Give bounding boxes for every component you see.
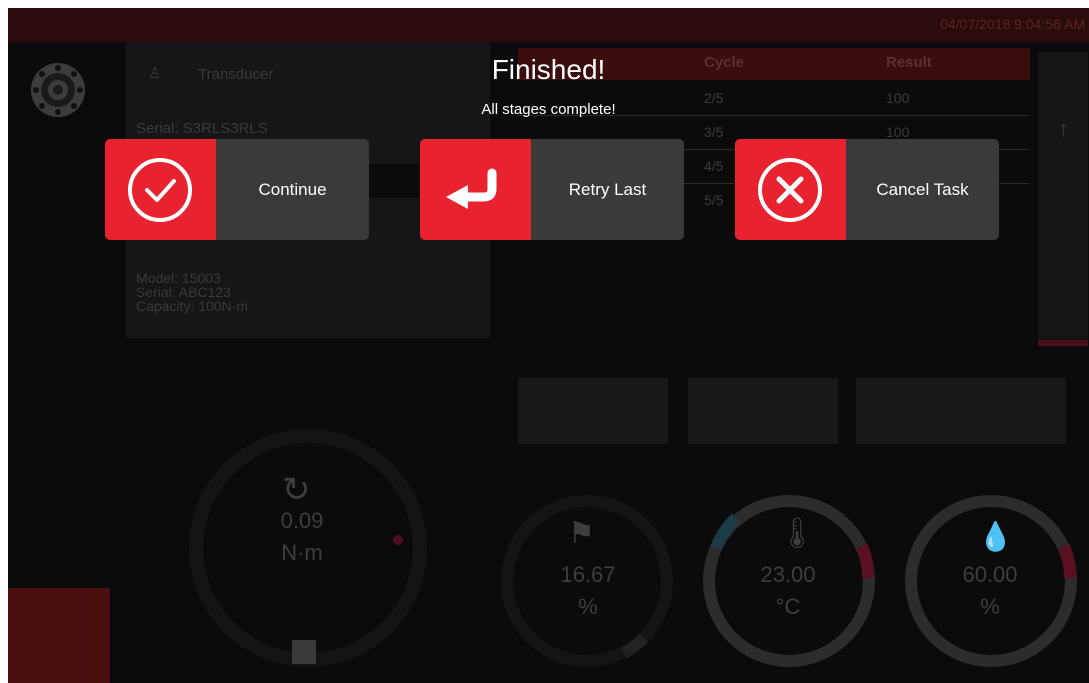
- thermometer-icon: 🌡: [778, 517, 817, 550]
- retry-last-label: Retry Last: [568, 180, 647, 199]
- cell-cycle: 5/5: [704, 192, 724, 208]
- back-button[interactable]: [8, 588, 110, 683]
- humidity-unit: %: [980, 594, 1000, 619]
- torque-unit: N·m: [281, 540, 323, 565]
- cancel-task-button[interactable]: Cancel Task: [735, 139, 999, 240]
- humidity-value: 60.00: [962, 562, 1018, 587]
- temperature-unit: °C: [775, 594, 801, 619]
- x-circle-icon: [758, 158, 822, 222]
- control-button-1[interactable]: [518, 378, 668, 444]
- datetime-display: 04/07/2018 9:04:56 AM: [940, 16, 1085, 32]
- torque-value: 0.09: [280, 508, 324, 533]
- stop-button[interactable]: [292, 640, 316, 664]
- checkered-flag-icon: ⚑: [568, 517, 595, 550]
- refresh-icon: ↻: [282, 471, 311, 509]
- modal-title: Finished!: [491, 54, 606, 85]
- cell-result: 100: [886, 124, 910, 140]
- check-circle-icon: [128, 158, 192, 222]
- temperature-value: 23.00: [760, 562, 816, 587]
- return-arrow-icon: [446, 168, 497, 209]
- top-bar: 04/07/2018 9:04:56 AM: [8, 8, 1089, 42]
- progress-value: 16.67: [560, 562, 616, 587]
- control-button-2[interactable]: [688, 378, 838, 444]
- control-button-3[interactable]: [856, 378, 1066, 444]
- continue-icon-area: [105, 139, 216, 240]
- water-drop-icon: 💧: [978, 521, 1013, 552]
- scroll-bar[interactable]: ↑: [1038, 52, 1088, 346]
- cancel-icon-area: [735, 139, 846, 240]
- modal-subtitle: All stages complete!: [481, 101, 616, 118]
- retry-last-button[interactable]: Retry Last: [420, 139, 684, 240]
- app-screen: 04/07/2018 9:04:56 AM ♙ Transducer Seria…: [8, 8, 1089, 683]
- arrow-up-icon[interactable]: ↑: [1058, 116, 1069, 142]
- tool-capacity: Capacity: 100N·m: [136, 298, 249, 314]
- cell-cycle: 4/5: [704, 158, 724, 174]
- retry-icon-area: [420, 139, 531, 240]
- cell-cycle: 3/5: [704, 124, 724, 140]
- transducer-serial: Serial: S3RLS3RLS: [136, 120, 268, 137]
- continue-button[interactable]: Continue: [105, 139, 369, 240]
- continue-label: Continue: [258, 180, 327, 199]
- progress-unit: %: [578, 594, 598, 619]
- scroll-indicator: [1038, 340, 1088, 346]
- cancel-task-label: Cancel Task: [876, 180, 969, 199]
